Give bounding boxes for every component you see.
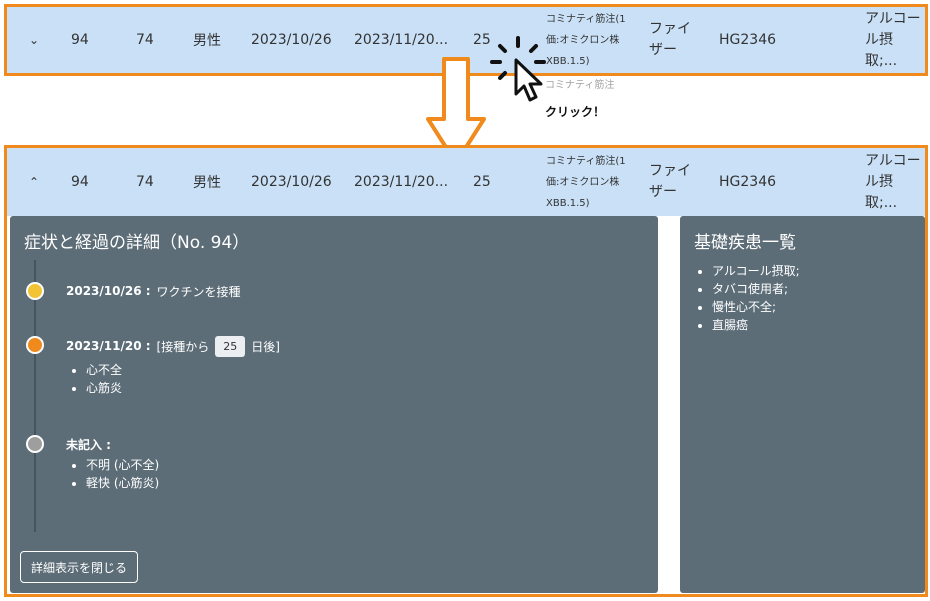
expand-chevron-icon[interactable]: ⌄ (29, 7, 39, 73)
timeline-dot-unrecorded (26, 435, 44, 453)
cell-days: 25 (473, 174, 491, 190)
cell-vaccination-date: 2023/10/26 (251, 174, 332, 190)
list-item: 不明 (心不全) (86, 456, 159, 474)
cell-vaccine: コミナティ筋注(1価:オミクロン株XBB.1.5) (546, 13, 626, 67)
cell-no: 94 (71, 32, 89, 48)
outcome-list: 不明 (心不全) 軽快 (心筋炎) (86, 456, 159, 492)
click-label: クリック！ (545, 105, 606, 119)
event-date: 未記入 : (66, 437, 111, 452)
timeline-line (34, 260, 36, 532)
list-item: タバコ使用者; (712, 280, 800, 298)
list-item: 軽快 (心筋炎) (86, 474, 159, 492)
detail-title: 症状と経過の詳細（No. 94） (24, 233, 250, 253)
close-detail-button[interactable]: 詳細表示を閉じる (20, 551, 139, 583)
list-item: 心筋炎 (86, 379, 122, 397)
timeline-event-onset: 2023/11/20 : [接種から 25 日後] (66, 334, 280, 358)
timeline-event-vaccination: 2023/10/26 : ワクチンを接種 (66, 282, 241, 300)
event-date: 2023/11/20 : (66, 339, 151, 353)
ghost-text: コミナティ筋注 (545, 80, 615, 91)
timeline-dot-vaccination (26, 282, 44, 300)
list-item: 直腸癌 (712, 316, 800, 334)
cell-vaccine: コミナティ筋注(1価:オミクロン株XBB.1.5) (546, 155, 626, 209)
panel-gap (658, 216, 680, 593)
list-item: 慢性心不全; (712, 298, 800, 316)
event-suffix: 日後] (251, 339, 280, 354)
cell-lot: HG2346 (719, 174, 777, 190)
timeline-dot-onset (26, 336, 44, 354)
event-prefix: [接種から (156, 339, 210, 354)
table-row-expanded[interactable]: ⌃ 94 74 男性 2023/10/26 2023/11/20... 25 コ… (7, 148, 925, 216)
collapse-chevron-icon[interactable]: ⌃ (29, 148, 39, 216)
cell-conditions: アルコール摂取;... (865, 10, 921, 69)
cell-sex: 男性 (193, 33, 221, 49)
event-date: 2023/10/26 : (66, 284, 151, 298)
cell-sex: 男性 (193, 175, 221, 191)
conditions-panel: 基礎疾患一覧 アルコール摂取; タバコ使用者; 慢性心不全; 直腸癌 (680, 216, 925, 593)
list-item: アルコール摂取; (712, 262, 800, 280)
cell-lot: HG2346 (719, 32, 777, 48)
cell-no: 94 (71, 174, 89, 190)
click-cursor-icon (490, 36, 546, 102)
list-item: 心不全 (86, 361, 122, 379)
conditions-title: 基礎疾患一覧 (694, 233, 796, 253)
cell-onset-date: 2023/11/20... (354, 174, 449, 190)
expanded-row-frame: ⌃ 94 74 男性 2023/10/26 2023/11/20... 25 コ… (4, 145, 928, 597)
cell-age: 74 (136, 174, 154, 190)
event-text: ワクチンを接種 (156, 284, 241, 299)
onset-symptom-list: 心不全 心筋炎 (86, 361, 122, 397)
cell-age: 74 (136, 32, 154, 48)
timeline-event-unrecorded: 未記入 : (66, 435, 117, 453)
cell-vaccination-date: 2023/10/26 (251, 32, 332, 48)
symptom-detail-panel: 症状と経過の詳細（No. 94） 2023/10/26 : ワクチンを接種 20… (10, 216, 658, 593)
cell-maker: ファイザー (649, 163, 691, 200)
cell-maker: ファイザー (649, 21, 691, 58)
cell-conditions: アルコール摂取;... (865, 152, 921, 211)
conditions-list: アルコール摂取; タバコ使用者; 慢性心不全; 直腸癌 (712, 262, 800, 334)
days-badge: 25 (215, 335, 246, 357)
